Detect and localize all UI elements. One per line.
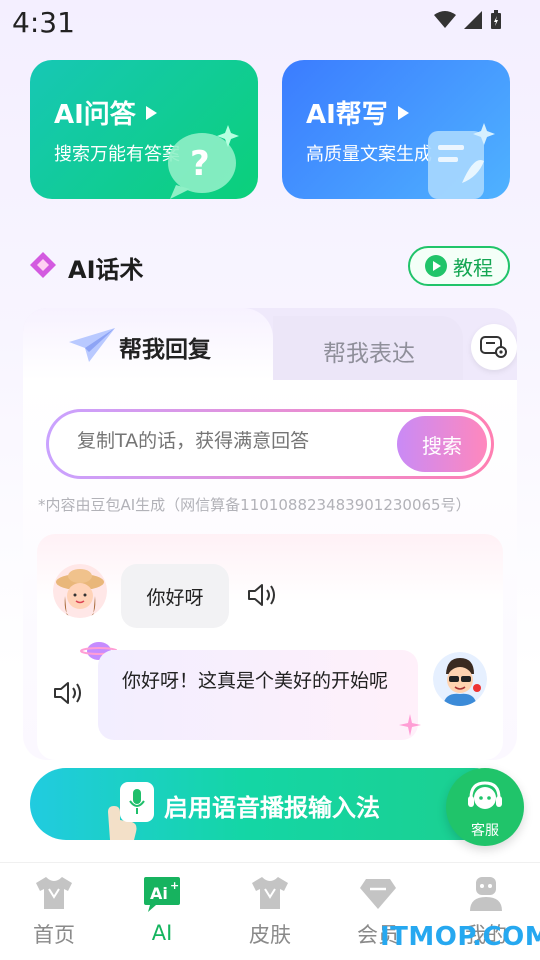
nav-item-skin[interactable]: 皮肤 [225, 875, 315, 949]
ai-write-subtitle: 高质量文案生成 [306, 144, 432, 165]
ai-speech-panel: 帮我回复 帮我表达 搜索 *内容由豆包AI生成（网信算备110108823483… [23, 308, 517, 760]
tab-express-label: 帮我表达 [323, 341, 415, 367]
shirt-icon [252, 877, 288, 909]
speaker-icon[interactable] [247, 582, 277, 608]
svg-text:?: ? [190, 144, 210, 184]
search-box: 搜索 [46, 409, 494, 479]
chat-bubble-incoming: 你好呀 [121, 564, 229, 628]
nav-item-home[interactable]: 首页 [9, 875, 99, 949]
headset-icon [468, 781, 502, 809]
status-icons [434, 10, 502, 30]
play-circle-icon [425, 255, 447, 277]
battery-icon [491, 10, 501, 29]
ai-qa-subtitle: 搜索万能有答案 [54, 144, 180, 165]
sparkle-icon [399, 714, 421, 736]
ai-icon: Ai + [144, 877, 180, 912]
sparkle-diamond-icon [30, 252, 56, 278]
customer-service-label: 客服 [471, 823, 499, 839]
customer-service-button[interactable]: 客服 [446, 768, 524, 846]
paper-plane-icon [69, 328, 115, 362]
section-title: AI话术 [68, 256, 144, 284]
play-arrow-icon [397, 105, 409, 120]
chat-settings-button[interactable] [471, 324, 517, 370]
user-icon [470, 877, 502, 911]
nav-label-home: 首页 [33, 923, 75, 947]
tab-reply-label: 帮我回复 [119, 337, 211, 363]
ai-write-card[interactable]: AI帮写 高质量文案生成 [282, 60, 510, 199]
search-input[interactable] [77, 430, 377, 452]
wifi-icon [434, 11, 456, 28]
ai-qa-title: AI问答 [54, 94, 157, 131]
mic-icon [120, 782, 154, 822]
diamond-icon [360, 879, 396, 909]
voice-banner-label: 启用语音播报输入法 [164, 794, 380, 822]
chat-bubble-outgoing: 你好呀！这真是个美好的开始呢 [98, 650, 418, 740]
signal-icon [464, 11, 482, 29]
nav-item-ai[interactable]: Ai + AI [117, 875, 207, 945]
question-bubble-icon: ? [168, 125, 239, 199]
nav-label-skin: 皮肤 [249, 923, 291, 947]
svg-text:+: + [170, 879, 179, 892]
watermark: ITMOP.COM [380, 922, 540, 952]
status-time: 4:31 [12, 6, 75, 39]
voice-input-banner[interactable]: 启用语音播报输入法 [30, 768, 510, 840]
tutorial-label: 教程 [453, 255, 493, 280]
tutorial-button[interactable]: 教程 [408, 246, 510, 286]
status-bar: 4:31 [0, 0, 540, 48]
ai-speech-section-header: AI话术 教程 [30, 244, 510, 286]
nav-label-ai: AI [151, 921, 173, 945]
ai-write-title: AI帮写 [306, 94, 409, 131]
document-pen-icon [428, 123, 495, 199]
search-button[interactable]: 搜索 [397, 416, 487, 472]
avatar-boy [433, 652, 487, 706]
shirt-icon [36, 877, 72, 909]
svg-text:Ai: Ai [150, 884, 168, 903]
ai-qa-card[interactable]: AI问答 搜索万能有答案 ? [30, 60, 258, 199]
chat-example: 你好呀 你好呀！这真是个美好的开始呢 [37, 534, 503, 760]
play-arrow-icon [145, 105, 157, 120]
speaker-icon[interactable] [53, 680, 83, 706]
chat-settings-icon [480, 336, 507, 358]
avatar-girl [53, 564, 107, 618]
ai-disclaimer: *内容由豆包AI生成（网信算备110108823483901230065号） [38, 496, 471, 514]
